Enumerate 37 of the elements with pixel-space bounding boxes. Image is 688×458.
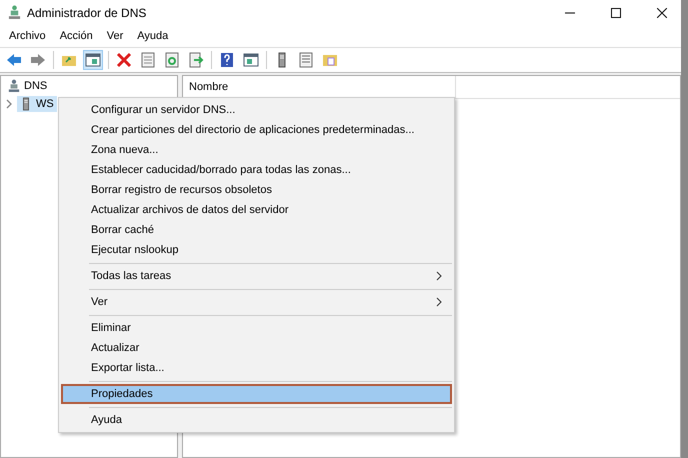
help-icon[interactable] [218, 51, 236, 69]
delete-icon[interactable] [115, 51, 133, 69]
list-icon[interactable] [297, 51, 315, 69]
menu-item[interactable]: Todas las tareas [61, 266, 452, 286]
tree-item[interactable]: DNS [5, 78, 50, 94]
menu-item[interactable]: Borrar registro de recursos obsoletos [61, 180, 452, 200]
menu-item[interactable]: Ayuda [137, 30, 168, 42]
menu-item[interactable]: Establecer caducidad/borrado para todas las zonas... [61, 160, 452, 180]
menu-item[interactable]: Ayuda [61, 410, 452, 430]
forward-arrow-icon[interactable] [29, 51, 47, 69]
menu-item[interactable]: Crear particiones del directorio de aplicaciones predeterminadas... [61, 120, 452, 140]
menu-item[interactable]: Zona nueva... [61, 140, 452, 160]
menu-item[interactable]: Configurar un servidor DNS... [61, 100, 452, 120]
close-icon[interactable] [657, 8, 667, 18]
menu-item[interactable]: Eliminar [61, 318, 452, 338]
menu-item[interactable]: Borrar caché [61, 220, 452, 240]
window-title: Administrador de DNS [27, 6, 146, 20]
menu-item[interactable]: Ejecutar nslookup [61, 240, 452, 260]
back-arrow-icon[interactable] [5, 51, 23, 69]
tree-item[interactable]: WS [17, 96, 57, 112]
menu-item[interactable]: Exportar lista... [61, 358, 452, 378]
maximize-icon[interactable] [611, 8, 621, 18]
export-icon[interactable] [187, 51, 205, 69]
menu-item[interactable]: Acción [60, 30, 93, 42]
properties-icon[interactable] [139, 51, 157, 69]
menu-item[interactable]: Ver [61, 292, 452, 312]
menu-item[interactable]: Ver [106, 30, 124, 42]
menu-item[interactable]: Archivo [9, 30, 46, 42]
server-icon [20, 97, 32, 111]
refresh-icon[interactable] [163, 51, 181, 69]
dns-icon [8, 79, 20, 93]
console-tree-icon[interactable] [84, 51, 102, 69]
window-icon[interactable] [242, 51, 260, 69]
dns-manager-icon [8, 5, 21, 20]
menu-item[interactable]: Actualizar [61, 338, 452, 358]
menu-item[interactable]: Propiedades [61, 384, 452, 404]
menu-item[interactable]: Actualizar archivos de datos del servidor [61, 200, 452, 220]
